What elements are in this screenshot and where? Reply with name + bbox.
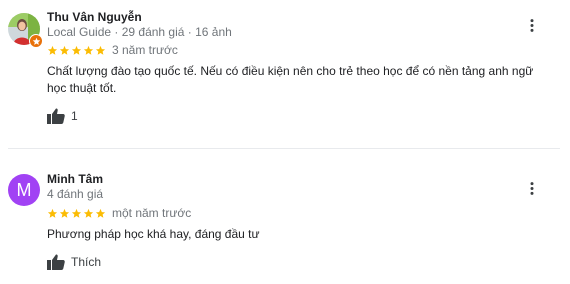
rating-row: một năm trước: [47, 206, 191, 220]
reviewer-name[interactable]: Minh Tâm: [47, 172, 103, 186]
star-rating: [47, 208, 106, 219]
more-options-button[interactable]: [524, 180, 540, 196]
star-icon: [71, 45, 82, 55]
reviewer-avatar[interactable]: M: [8, 174, 40, 206]
star-icon: [95, 208, 106, 218]
more-vert-icon: [530, 181, 534, 195]
thumbs-up-icon: [47, 254, 65, 270]
like-count: 1: [71, 109, 78, 123]
reviewer-meta: Local Guide · 29 đánh giá · 16 ảnh: [47, 25, 232, 39]
reviewer-avatar[interactable]: [8, 13, 43, 48]
review-text: Chất lượng đào tạo quốc tế. Nếu có điều …: [47, 64, 534, 95]
star-icon: [83, 45, 94, 55]
like-button[interactable]: 1: [47, 108, 78, 124]
letter-avatar: M: [8, 174, 40, 206]
like-label: Thích: [71, 255, 102, 269]
rating-row: 3 năm trước: [47, 43, 178, 57]
reviewer-meta: 4 đánh giá: [47, 187, 104, 201]
review-time: một năm trước: [112, 206, 192, 220]
local-guide-badge-icon: [29, 34, 43, 48]
star-icon: [47, 208, 58, 218]
star-icon: [59, 45, 70, 55]
star-icon: [83, 208, 94, 218]
reviewer-name[interactable]: Thu Vân Nguyễn: [47, 10, 142, 24]
star-icon: [59, 208, 70, 218]
star-rating: [47, 45, 106, 56]
star-icon: [71, 208, 82, 218]
review-time: 3 năm trước: [112, 43, 178, 57]
thumbs-up-icon: [47, 108, 65, 124]
review-text: Phương pháp học khá hay, đáng đầu tư: [47, 227, 260, 241]
like-button[interactable]: Thích: [47, 254, 101, 270]
more-vert-icon: [530, 18, 534, 32]
star-icon: [47, 45, 58, 55]
review-divider: [8, 148, 560, 149]
more-options-button[interactable]: [524, 17, 540, 33]
star-icon: [95, 45, 106, 55]
